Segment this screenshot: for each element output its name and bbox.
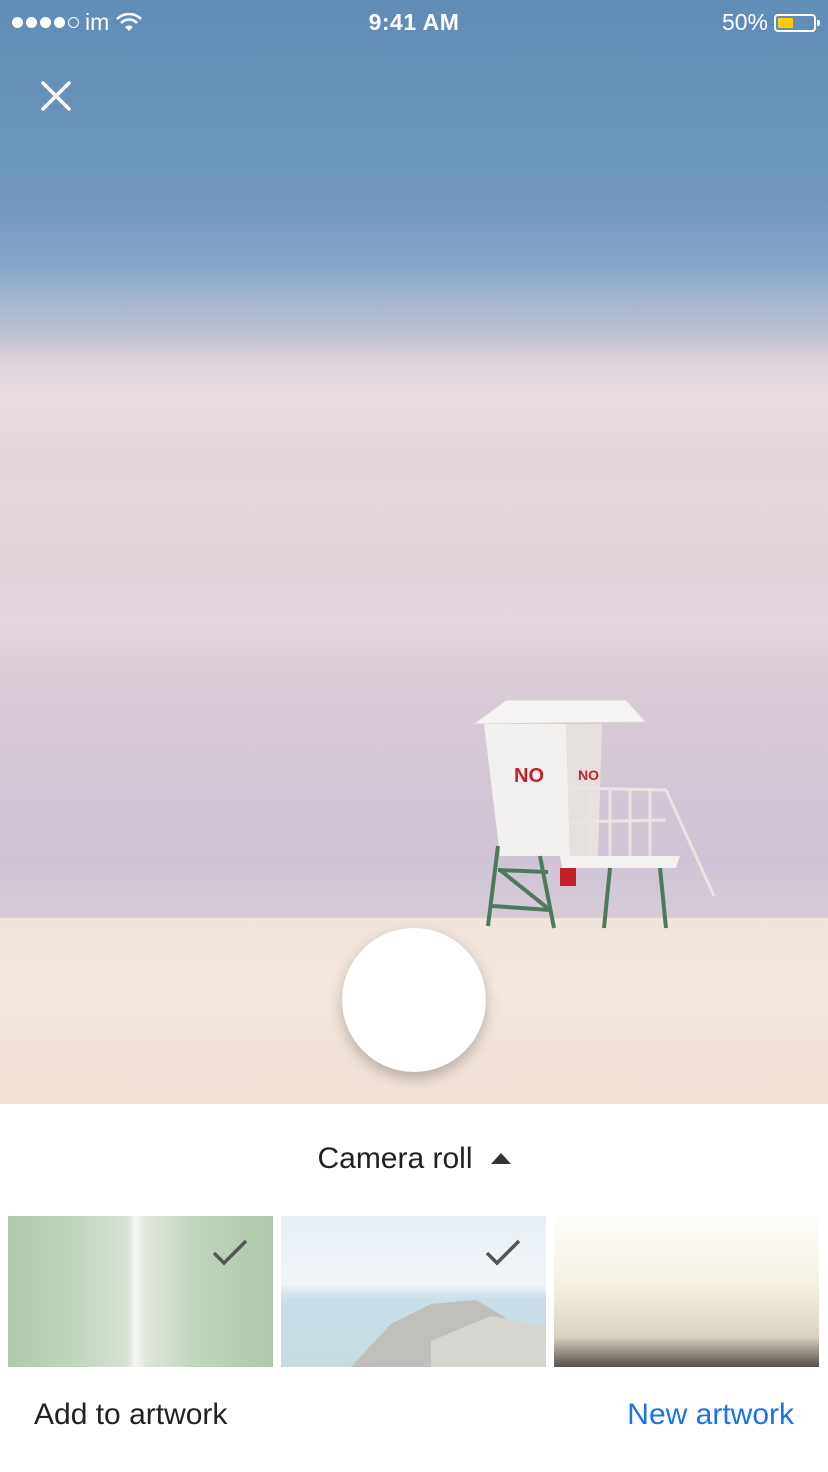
- album-selector[interactable]: Camera roll: [0, 1142, 828, 1176]
- battery-status: 50%: [721, 9, 820, 36]
- photo-thumbnail[interactable]: [554, 1216, 819, 1367]
- shutter-button[interactable]: [342, 928, 486, 1072]
- cloud-band: [0, 340, 828, 460]
- close-button[interactable]: [32, 72, 80, 120]
- lifeguard-tower-graphic: NO NO: [472, 699, 716, 929]
- new-artwork-button[interactable]: New artwork: [627, 1398, 794, 1432]
- battery-icon: [774, 13, 820, 32]
- checkmark-icon: [212, 1239, 248, 1266]
- album-label: Camera roll: [317, 1142, 473, 1175]
- checkmark-icon: [485, 1239, 521, 1266]
- svg-text:NO: NO: [578, 767, 599, 783]
- cloud-band: [0, 560, 828, 680]
- status-bar: im 9:41 AM 50%: [0, 0, 828, 44]
- add-to-artwork-button[interactable]: Add to artwork: [34, 1398, 227, 1432]
- svg-text:NO: NO: [514, 765, 544, 787]
- photo-picker: Camera roll Add to artwork New artwork: [0, 1104, 828, 1472]
- action-bar: Add to artwork New artwork: [0, 1370, 828, 1472]
- caret-up-icon: [490, 1152, 511, 1164]
- thumbnail-strip: [8, 1216, 819, 1367]
- camera-viewfinder: NO NO im 9:41 AM 50%: [0, 0, 828, 1104]
- photo-thumbnail[interactable]: [8, 1216, 273, 1367]
- close-icon: [41, 81, 71, 111]
- clock: 9:41 AM: [368, 9, 460, 35]
- battery-percent: 50%: [721, 9, 768, 35]
- photo-thumbnail[interactable]: [281, 1216, 546, 1367]
